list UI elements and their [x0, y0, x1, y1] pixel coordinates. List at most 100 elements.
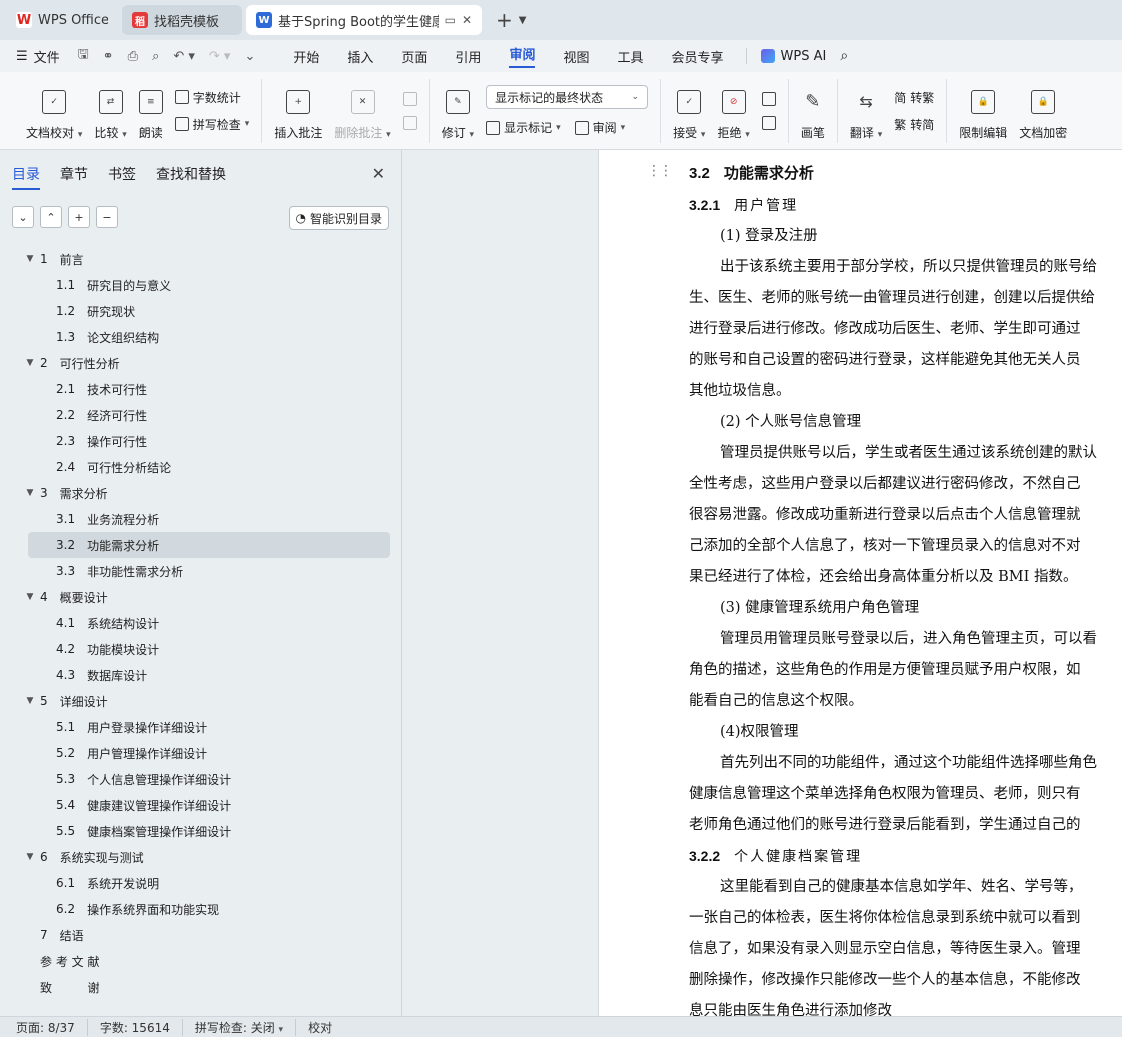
print-icon[interactable]: ⎙ — [128, 49, 138, 64]
menu-home[interactable]: 开始 — [293, 47, 319, 66]
toc-item[interactable]: 3.1 业务流程分析 — [0, 506, 402, 532]
toc-item[interactable]: 4.3 数据库设计 — [0, 662, 402, 688]
chevron-down-icon[interactable]: ▼ — [519, 15, 527, 26]
review-pane-button[interactable]: 审阅 ▾ — [574, 119, 625, 136]
toc-item[interactable]: 2.1 技术可行性 — [0, 376, 402, 402]
pen-button[interactable]: ✎ 画笔 — [795, 81, 831, 141]
expand-triangle-icon[interactable]: ▼ — [24, 358, 36, 368]
expand-triangle-icon[interactable]: ▼ — [24, 696, 36, 706]
menu-insert[interactable]: 插入 — [347, 47, 373, 66]
read-aloud-button[interactable]: ≡ 朗读 — [133, 81, 169, 141]
toc-item[interactable]: 5.5 健康档案管理操作详细设计 — [0, 818, 402, 844]
tab-wps-office[interactable]: W WPS Office — [6, 5, 118, 35]
toc-item[interactable]: 参 考 文 献 — [0, 948, 402, 974]
doc-encrypt-button[interactable]: 🔒 文档加密 — [1013, 81, 1073, 141]
translate-button[interactable]: ⇆ 翻译 ▾ — [844, 81, 888, 141]
toc-item[interactable]: 5.4 健康建议管理操作详细设计 — [0, 792, 402, 818]
search-icon[interactable]: ⌕ — [840, 48, 848, 64]
tab-document[interactable]: W 基于Spring Boot的学生健康管 ▭ ✕ — [246, 5, 482, 35]
undo-icon[interactable]: ↶ ▾ — [173, 49, 195, 64]
toc-item[interactable]: 1.3 论文组织结构 — [0, 324, 402, 350]
toc-item[interactable]: 5.3 个人信息管理操作详细设计 — [0, 766, 402, 792]
tab-find-replace[interactable]: 查找和替换 — [156, 164, 226, 190]
add-icon[interactable]: + — [68, 206, 90, 228]
toc-item[interactable]: 5.1 用户登录操作详细设计 — [0, 714, 402, 740]
toc-item[interactable]: 2.2 经济可行性 — [0, 402, 402, 428]
word-count-button[interactable]: 字数统计 — [174, 89, 250, 106]
toc-item[interactable]: 1.1 研究目的与意义 — [0, 272, 402, 298]
save-icon[interactable]: 🖫 — [78, 45, 89, 67]
prev-change-icon[interactable] — [761, 91, 776, 106]
document-page[interactable]: 3.2 功能需求分析 3.2.1 用户管理 (1) 登录及注册 出于该系统主要用于部分学校… — [598, 150, 1122, 1016]
link-icon[interactable]: ⚭ — [103, 49, 114, 64]
restrict-edit-button[interactable]: 🔒 限制编辑 — [953, 81, 1013, 141]
tab-template[interactable]: 稻 找稻壳模板 — [122, 5, 242, 35]
document-body[interactable]: 3.2 功能需求分析 3.2.1 用户管理 (1) 登录及注册 出于该系统主要用于部分学校… — [689, 162, 1122, 1016]
toc-item[interactable]: 4.1 系统结构设计 — [0, 610, 402, 636]
menu-page[interactable]: 页面 — [401, 47, 427, 66]
accept-button[interactable]: ✓ 接受 ▾ — [667, 81, 711, 141]
toc-item[interactable]: ▼ 4 概要设计 — [0, 584, 402, 610]
toc-item[interactable]: 3.3 非功能性需求分析 — [0, 558, 402, 584]
expand-triangle-icon[interactable]: ▼ — [24, 254, 36, 264]
spell-check-status[interactable]: 拼写检查: 关闭 ▾ — [195, 1018, 297, 1036]
markup-state-select[interactable]: 显示标记的最终状态 ⌄ — [486, 85, 649, 109]
menu-reference[interactable]: 引用 — [455, 47, 481, 66]
smart-toc-button[interactable]: ◔ 智能识别目录 — [288, 206, 389, 230]
toc-item[interactable]: ▼ 1 前言 — [0, 246, 402, 272]
revise-button[interactable]: ✎ 修订 ▾ — [436, 81, 480, 141]
toc-item[interactable]: 2.3 操作可行性 — [0, 428, 402, 454]
redo-icon[interactable]: ↷ ▾ — [209, 49, 231, 64]
wps-ai-button[interactable]: WPS AI — [760, 49, 826, 64]
insert-comment-button[interactable]: + 插入批注 — [268, 81, 328, 141]
toc-item[interactable]: ▼ 3 需求分析 — [0, 480, 402, 506]
menu-view[interactable]: 视图 — [563, 47, 589, 66]
toc-item[interactable]: 6.2 操作系统界面和功能实现 — [0, 896, 402, 922]
show-markup-button[interactable]: 显示标记 ▾ — [486, 119, 561, 136]
toc-item[interactable]: 4.2 功能模块设计 — [0, 636, 402, 662]
toc-item[interactable]: 3.2 功能需求分析 — [28, 532, 390, 558]
menu-member[interactable]: 会员专享 — [671, 47, 723, 66]
print-preview-icon[interactable]: ⌕ — [152, 49, 159, 64]
toc-item[interactable]: 致 谢 — [0, 974, 402, 1000]
monitor-icon[interactable]: ▭ — [445, 13, 456, 27]
more-chevron-icon[interactable]: ⌄ — [244, 49, 255, 64]
expand-icon[interactable]: ⌃ — [40, 206, 62, 228]
new-tab-icon[interactable]: + — [496, 8, 513, 32]
toc-item[interactable]: 6.1 系统开发说明 — [0, 870, 402, 896]
collapse-icon[interactable]: ⌄ — [12, 206, 34, 228]
expand-triangle-icon[interactable]: ▼ — [24, 592, 36, 602]
next-comment-icon[interactable] — [402, 115, 417, 130]
word-count-indicator[interactable]: 字数: 15614 — [100, 1018, 183, 1036]
toc-item[interactable]: 1.2 研究现状 — [0, 298, 402, 324]
remove-icon[interactable]: − — [96, 206, 118, 228]
drag-handle-icon[interactable]: ⋮⋮ — [647, 164, 673, 178]
toc-item[interactable]: ▼ 5 详细设计 — [0, 688, 402, 714]
toc-item[interactable]: 5.2 用户管理操作详细设计 — [0, 740, 402, 766]
toc-item[interactable]: 7 结语 — [0, 922, 402, 948]
next-change-icon[interactable] — [761, 115, 776, 130]
tab-toc[interactable]: 目录 — [12, 164, 40, 190]
compare-button[interactable]: ⇄ 比较 ▾ — [88, 81, 132, 141]
doc-check-button[interactable]: ✓ 文档校对 ▾ — [20, 81, 88, 141]
menu-review[interactable]: 审阅 — [509, 44, 536, 68]
tab-bookmarks[interactable]: 书签 — [108, 164, 136, 190]
to-traditional-button[interactable]: 简转繁 — [894, 89, 934, 106]
expand-triangle-icon[interactable]: ▼ — [24, 488, 36, 498]
tab-sections[interactable]: 章节 — [60, 164, 88, 190]
menu-tools[interactable]: 工具 — [617, 47, 643, 66]
file-menu[interactable]: ☰ 文件 — [16, 47, 60, 66]
prev-comment-icon[interactable] — [402, 91, 417, 106]
spell-check-button[interactable]: 拼写检查 ▾ — [174, 116, 249, 133]
page-indicator[interactable]: 页面: 8/37 — [16, 1018, 88, 1036]
toc-item[interactable]: ▼ 6 系统实现与测试 — [0, 844, 402, 870]
toc-item[interactable]: 2.4 可行性分析结论 — [0, 454, 402, 480]
close-icon[interactable]: ✕ — [462, 13, 472, 27]
toc-item[interactable]: ▼ 2 可行性分析 — [0, 350, 402, 376]
close-icon[interactable]: ✕ — [372, 164, 385, 183]
reject-button[interactable]: ⊘ 拒绝 ▾ — [711, 81, 755, 141]
to-simplified-button[interactable]: 繁转简 — [894, 116, 934, 133]
proofread-status[interactable]: 校对 — [308, 1019, 344, 1036]
delete-comment-button[interactable]: ✕ 删除批注 ▾ — [328, 81, 396, 141]
expand-triangle-icon[interactable]: ▼ — [24, 852, 36, 862]
